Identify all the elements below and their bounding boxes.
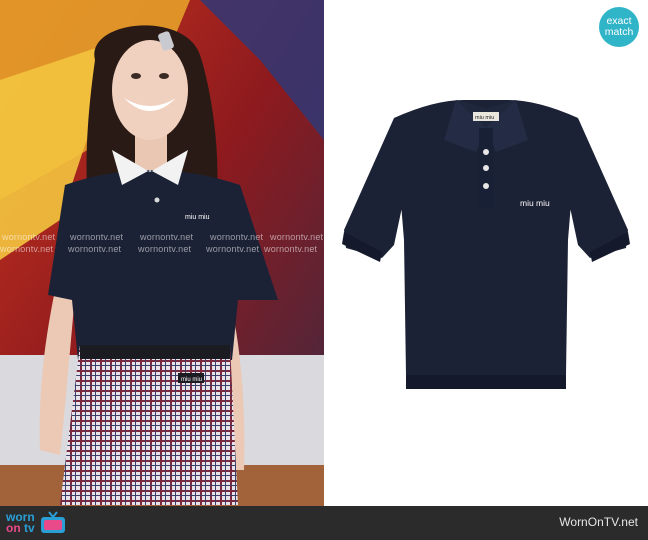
watermark-text: wornontv.net xyxy=(270,232,324,242)
plaid-skirt xyxy=(60,345,238,505)
tv-icon xyxy=(40,511,65,533)
logo-on: on xyxy=(6,521,21,535)
watermark-text: wornontv.net xyxy=(0,244,54,254)
tv-still-photo: miu miu miu miu wornontv.net wornontv.ne… xyxy=(0,0,324,506)
watermark-text: wornontv.net xyxy=(210,232,264,242)
product-polo-illustration: miu miu miu miu xyxy=(342,100,630,389)
watermark-text: wornontv.net xyxy=(140,232,194,242)
watermark-text: wornontv.net xyxy=(206,244,260,254)
face xyxy=(112,40,188,140)
polo-button xyxy=(483,149,489,155)
exact-match-badge: exact match xyxy=(599,7,639,47)
wornontv-logo[interactable]: worn on tv xyxy=(6,510,67,536)
watermark-text: wornontv.net xyxy=(138,244,192,254)
site-name[interactable]: WornOnTV.net xyxy=(559,515,638,529)
watermark-text: wornontv.net xyxy=(68,244,122,254)
polo-button xyxy=(483,183,489,189)
badge-line2: match xyxy=(604,26,634,38)
ribbed-hem xyxy=(406,375,566,389)
shirt-logo-text: miu miu xyxy=(185,214,210,221)
chest-logo-text: miu miu xyxy=(520,198,550,208)
footer-bar: worn on tv WornOnTV.net xyxy=(0,506,648,540)
inner-label-text: miu miu xyxy=(475,115,494,121)
logo-tv: tv xyxy=(24,521,35,535)
skirt-logo-patch: miu miu xyxy=(181,377,202,383)
watermark-text: wornontv.net xyxy=(70,232,124,242)
product-image-panel: miu miu miu miu exact match xyxy=(324,0,648,506)
watermark-text: wornontv.net xyxy=(2,232,56,242)
polo-button xyxy=(483,165,489,171)
watermark-text: wornontv.net xyxy=(264,244,318,254)
